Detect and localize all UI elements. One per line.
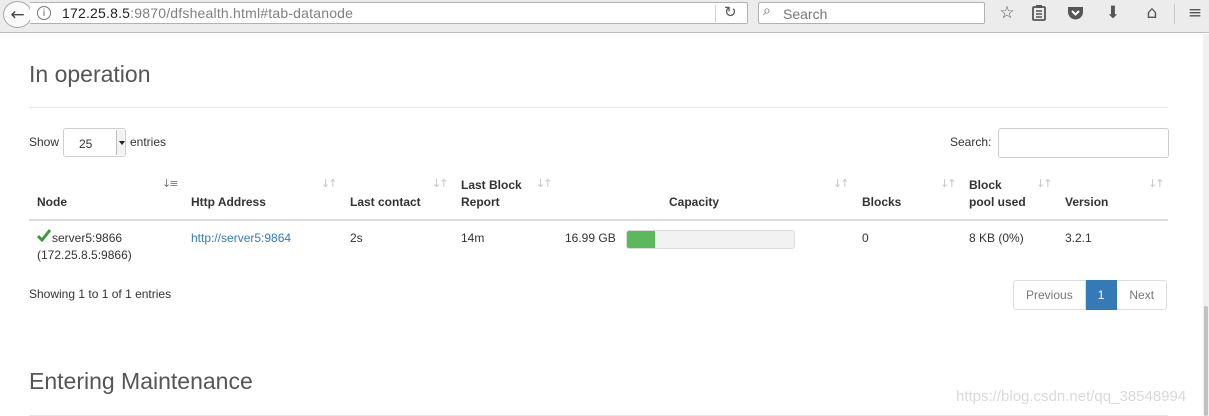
chevron-down-icon (116, 130, 125, 155)
home-icon[interactable]: ⌂ (1140, 2, 1164, 24)
pagination: Previous 1 Next (1013, 280, 1168, 310)
check-icon (37, 229, 51, 242)
col-header-capacity[interactable]: Capacity (669, 194, 719, 211)
table-search-input[interactable] (998, 128, 1169, 158)
sort-icon[interactable]: ↓↑ (321, 177, 338, 190)
cell-version: 3.2.1 (1065, 231, 1092, 245)
entries-per-page-value: 25 (79, 137, 93, 151)
pagination-page-1-button[interactable]: 1 (1085, 280, 1118, 310)
sort-icon[interactable]: ↓↑ (432, 177, 449, 190)
sort-icon[interactable]: ↓↑ (1036, 177, 1053, 190)
browser-search-placeholder: Search (783, 6, 828, 22)
sort-icon[interactable]: ↓↑ (940, 177, 957, 190)
cell-node-address: (172.25.8.5:9866) (37, 248, 132, 262)
cell-node-name: server5:9866 (52, 231, 123, 245)
col-header-http-address[interactable]: Http Address (191, 194, 266, 211)
url-text: 172.25.8.5:9870/dfshealth.html#tab-datan… (62, 5, 354, 21)
col-header-version[interactable]: Version (1065, 194, 1108, 211)
hamburger-menu-icon[interactable]: ≡ (1183, 2, 1207, 24)
watermark: https://blog.csdn.net/qq_38548994 (956, 388, 1187, 405)
col-header-last-block-report[interactable]: Last Block Report (461, 177, 522, 211)
length-label-prefix: Show (29, 135, 60, 149)
url-bar[interactable]: i 172.25.8.5:9870/dfshealth.html#tab-dat… (30, 2, 748, 24)
entries-per-page-select[interactable]: 25 (63, 128, 126, 157)
page-scrollbar[interactable] (1203, 34, 1209, 416)
cell-last-block-report: 14m (461, 231, 485, 245)
section-divider (29, 107, 1168, 108)
table-search-label: Search: (950, 135, 992, 149)
sort-icon[interactable]: ↓↑ (833, 177, 850, 190)
scrollbar-thumb[interactable] (1204, 306, 1208, 416)
length-label-suffix: entries (130, 135, 167, 149)
back-arrow-icon[interactable]: ← (3, 1, 32, 28)
col-header-blocks[interactable]: Blocks (862, 194, 901, 211)
browser-search-input[interactable]: ⌕ Search (758, 2, 985, 24)
section-title-in-operation: In operation (29, 61, 151, 87)
capacity-progress-bar (626, 230, 795, 249)
toolbar-divider (1174, 4, 1175, 24)
section-title-entering-maintenance: Entering Maintenance (29, 368, 253, 394)
col-header-block-pool-used[interactable]: Block pool used (969, 177, 1026, 211)
col-header-last-contact[interactable]: Last contact (350, 194, 421, 211)
browser-toolbar: ← i 172.25.8.5:9870/dfshealth.html#tab-d… (0, 0, 1209, 33)
cell-capacity: 16.99 GB (565, 231, 616, 245)
http-address-link[interactable]: http://server5:9864 (191, 231, 291, 245)
table-info: Showing 1 to 1 of 1 entries (29, 287, 172, 301)
info-icon[interactable]: i (37, 6, 51, 20)
pagination-next-button[interactable]: Next (1117, 280, 1168, 310)
pagination-previous-button[interactable]: Previous (1013, 280, 1086, 310)
sort-icon[interactable]: ↓↑ (536, 177, 553, 190)
cell-block-pool-used: 8 KB (0%) (969, 231, 1024, 245)
url-bar-divider (715, 5, 716, 22)
page-content: In operation Show 25 entries Search: Nod… (0, 34, 1203, 416)
cell-blocks: 0 (862, 231, 869, 245)
sort-ascending-icon[interactable]: ↓≡ (162, 177, 179, 190)
capacity-progress-fill (627, 231, 656, 248)
reading-list-icon[interactable] (1027, 2, 1051, 24)
pocket-icon[interactable] (1063, 2, 1087, 24)
cell-last-contact: 2s (350, 231, 363, 245)
table-header-divider (29, 219, 1168, 221)
bookmark-star-icon[interactable]: ☆ (995, 2, 1019, 24)
col-header-node[interactable]: Node (37, 194, 67, 211)
sort-icon[interactable]: ↓↑ (1148, 177, 1165, 190)
download-icon[interactable]: ⬇ (1101, 2, 1125, 24)
reload-icon[interactable]: ↻ (724, 3, 737, 21)
search-icon: ⌕ (763, 3, 771, 19)
